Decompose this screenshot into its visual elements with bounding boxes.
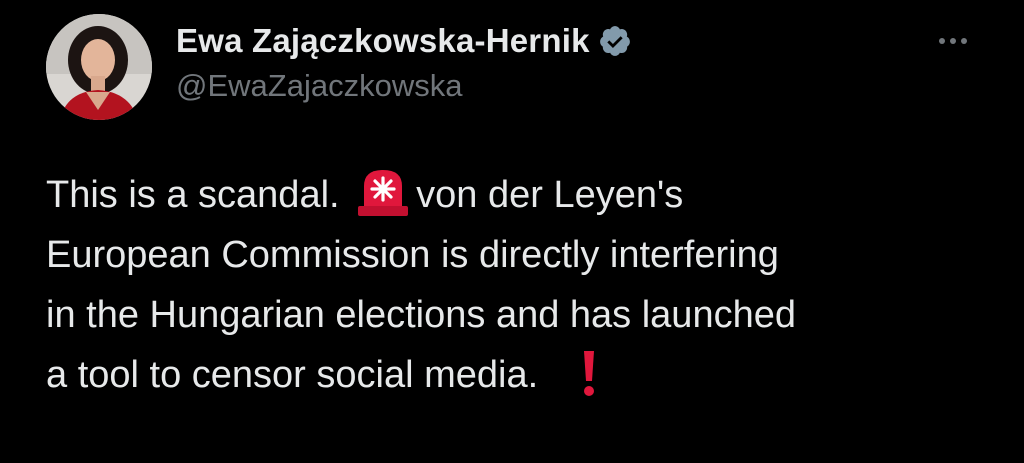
display-name[interactable]: Ewa Zajączkowska-Hernik xyxy=(176,22,590,60)
tweet-text: This is a scandal. von der Leyen's Europ… xyxy=(46,165,1006,405)
tweet-text-segment: This is a scandal. xyxy=(46,174,351,216)
more-dots-icon xyxy=(950,38,956,44)
verified-badge-icon xyxy=(598,24,632,58)
tweet-text-segment: von der Leyen's xyxy=(416,174,684,216)
more-dots-icon xyxy=(939,38,945,44)
tweet-text-segment: a tool to censor social media. xyxy=(46,354,549,396)
handle[interactable]: @EwaZajaczkowska xyxy=(176,68,632,104)
tweet-line: in the Hungarian elections and has launc… xyxy=(46,294,796,336)
avatar-photo xyxy=(46,14,152,120)
avatar[interactable] xyxy=(46,14,152,120)
tweet-line: a tool to censor social media. xyxy=(46,345,1006,405)
tweet-line: European Commission is directly interfer… xyxy=(46,234,779,276)
siren-icon xyxy=(354,166,412,218)
tweet-line: This is a scandal. von der Leyen's xyxy=(46,165,1006,225)
tweet-header: Ewa Zajączkowska-Hernik @EwaZajaczkowska xyxy=(176,18,632,104)
red-exclamation-icon xyxy=(579,349,599,397)
tweet-card: Ewa Zajączkowska-Hernik @EwaZajaczkowska… xyxy=(0,0,1024,463)
name-row: Ewa Zajączkowska-Hernik xyxy=(176,18,632,64)
more-button[interactable] xyxy=(928,24,978,58)
more-dots-icon xyxy=(961,38,967,44)
